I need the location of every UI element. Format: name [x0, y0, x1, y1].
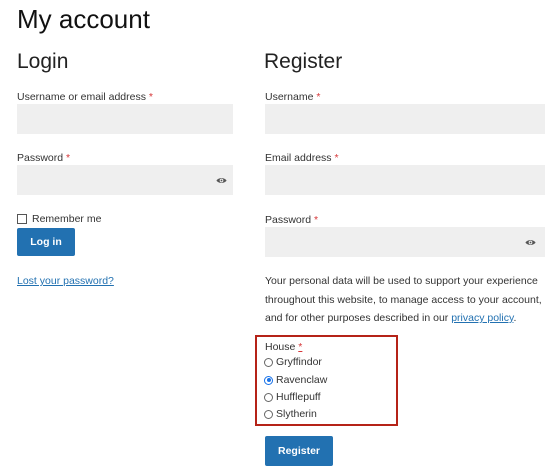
checkbox-box[interactable] — [17, 214, 27, 224]
house-label: House * — [265, 341, 303, 353]
remember-me-label: Remember me — [32, 213, 102, 225]
required-mark: * — [334, 152, 339, 164]
register-username-label: Username * — [265, 91, 321, 103]
register-button[interactable]: Register — [265, 436, 333, 466]
page-title: My account — [17, 4, 150, 34]
lost-password-link[interactable]: Lost your password? — [17, 275, 114, 287]
house-radio-gryffindor[interactable]: Gryffindor — [264, 356, 322, 368]
required-mark: * — [298, 341, 303, 353]
eye-icon[interactable] — [525, 237, 536, 248]
privacy-notice: Your personal data will be used to suppo… — [265, 275, 542, 324]
login-password-input[interactable] — [17, 165, 233, 195]
login-password-label: Password * — [17, 152, 71, 164]
register-email-label: Email address * — [265, 152, 339, 164]
privacy-policy-link[interactable]: privacy policy — [451, 312, 513, 324]
login-username-input[interactable] — [17, 104, 233, 134]
register-title: Register — [264, 50, 343, 73]
radio-button[interactable] — [264, 392, 273, 402]
required-mark: * — [148, 91, 153, 103]
login-button[interactable]: Log in — [17, 228, 75, 256]
house-radio-ravenclaw[interactable]: Ravenclaw — [264, 374, 327, 386]
house-radio-hufflepuff[interactable]: Hufflepuff — [264, 391, 321, 403]
register-password-input[interactable] — [265, 227, 545, 257]
radio-button-selected[interactable] — [264, 375, 273, 385]
required-mark: * — [314, 214, 319, 226]
register-username-input[interactable] — [265, 104, 545, 134]
login-title: Login — [17, 50, 69, 73]
eye-icon[interactable] — [216, 175, 227, 186]
radio-button[interactable] — [264, 357, 273, 367]
required-mark: * — [316, 91, 321, 103]
register-password-label: Password * — [265, 214, 319, 226]
radio-button[interactable] — [264, 409, 273, 419]
login-username-label: Username or email address * — [17, 91, 153, 103]
house-radio-slytherin[interactable]: Slytherin — [264, 408, 317, 420]
register-email-input[interactable] — [265, 165, 545, 195]
remember-me-checkbox[interactable]: Remember me — [17, 213, 101, 225]
required-mark: * — [66, 152, 71, 164]
